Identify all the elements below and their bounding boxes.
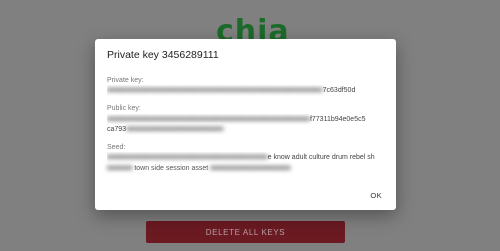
private-key-hidden-part: ■■■■■■■■■■■■■■■■■■■■■■■■■■■■■■■■■■■■■■■■… [107,87,323,94]
delete-all-keys-button[interactable]: DELETE ALL KEYS [146,221,345,243]
seed-value-line1: ■■■■■■■■■■■■■■■■■■■■■■■■■■■■■■■■■■■■■■e … [107,152,386,163]
private-key-value: ■■■■■■■■■■■■■■■■■■■■■■■■■■■■■■■■■■■■■■■■… [107,85,386,96]
private-key-visible-part: 7c63df50d [322,87,356,94]
dialog-title: Private key 3456289111 [107,49,219,61]
public-key-line2-visible: ca793 [107,126,127,133]
seed-line2-hidden-tail: ■■■■■■■■■■■■■■■■■■■ [210,165,291,172]
seed-visible-part: e know adult culture drum rebel sh [267,154,375,161]
public-key-visible-part: f77311b94e0e5c5 [309,116,366,123]
private-key-dialog: Private key 3456289111 Private key: ■■■■… [95,39,396,210]
public-key-line2-hidden: ■■■■■■■■■■■■■■■■■■■■■■■ [126,126,224,133]
seed-line2-visible: town side session asset [134,165,209,172]
public-key-value-line2: ca793■■■■■■■■■■■■■■■■■■■■■■■ [107,124,386,135]
ok-button[interactable]: OK [370,191,382,200]
seed-line2-hidden: ■■■■■■ [107,165,133,172]
seed-hidden-part: ■■■■■■■■■■■■■■■■■■■■■■■■■■■■■■■■■■■■■■ [107,154,268,161]
public-key-hidden-part: ■■■■■■■■■■■■■■■■■■■■■■■■■■■■■■■■■■■■■■■■… [107,116,310,123]
seed-label: Seed: [107,144,126,151]
private-key-label: Private key: [107,77,144,84]
public-key-label: Public key: [107,105,141,112]
seed-value-line2: ■■■■■■ town side session asset ■■■■■■■■■… [107,163,291,174]
